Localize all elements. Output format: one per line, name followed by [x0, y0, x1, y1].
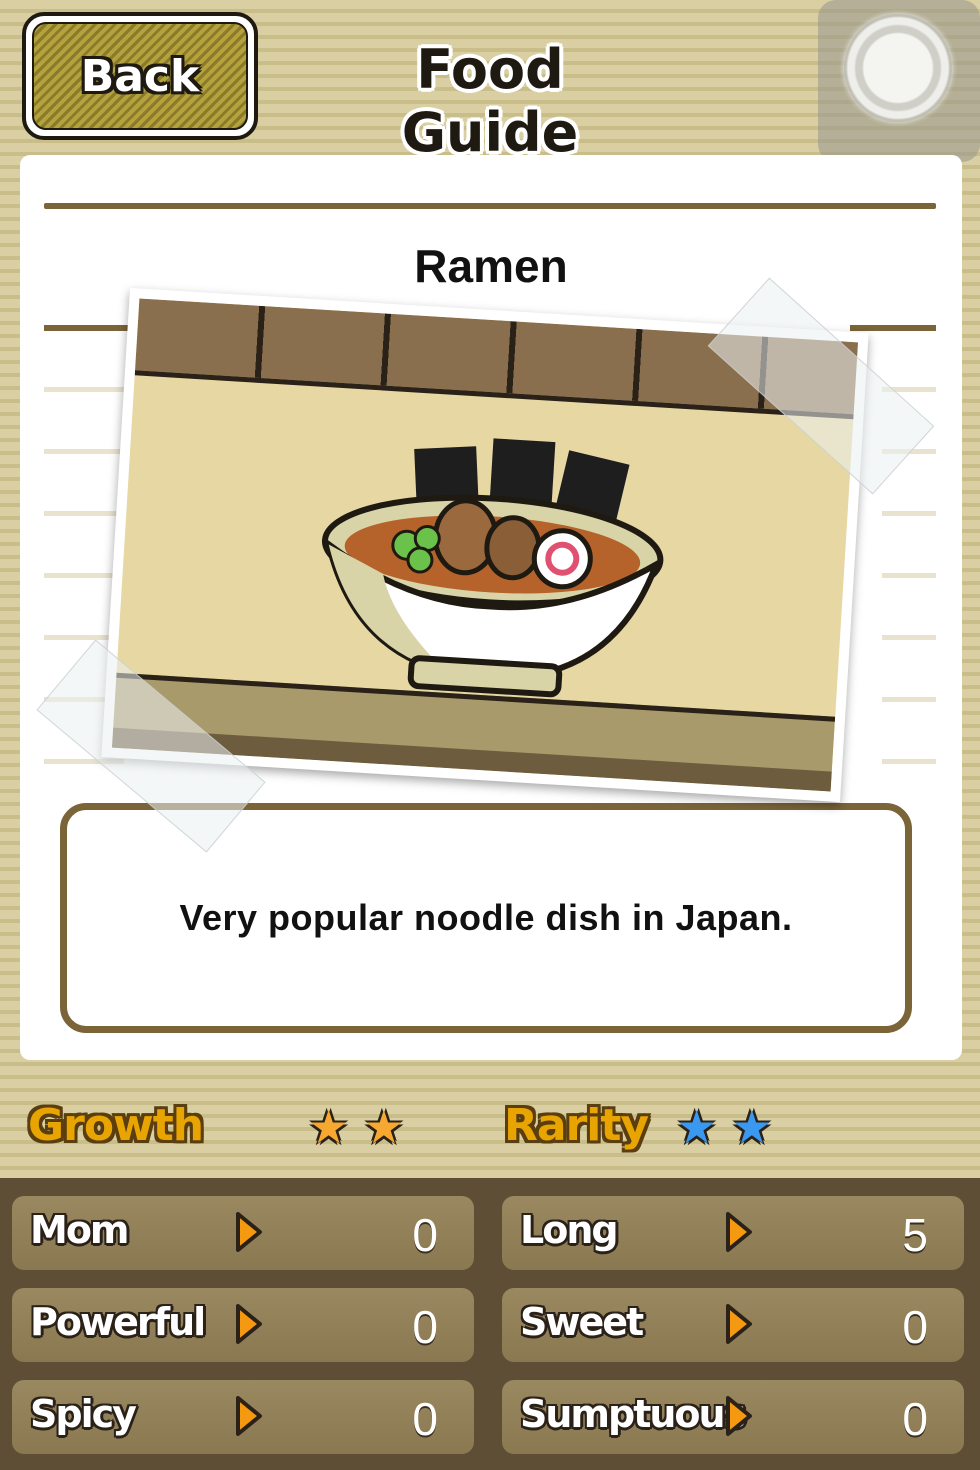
- ramen-bowl-icon: [321, 438, 664, 698]
- rating-row: Growth ★ ★ Rarity ★ ★: [0, 1080, 980, 1180]
- assistive-touch-icon: [844, 14, 952, 122]
- arrow-right-icon: [726, 1212, 752, 1252]
- card-divider-left: [44, 325, 134, 331]
- notebook-line: [882, 511, 936, 516]
- header-bar: Back Food Guide: [0, 0, 980, 164]
- stat-spicy: Spicy 0: [12, 1380, 474, 1454]
- notebook-line: [882, 573, 936, 578]
- stat-name: Spicy: [30, 1392, 137, 1436]
- back-button-label: Back: [80, 50, 200, 102]
- page-title: Food Guide: [401, 38, 579, 164]
- stat-sumptuous: Sumptuous 0: [502, 1380, 964, 1454]
- stat-sweet: Sweet 0: [502, 1288, 964, 1362]
- star-icon: ★: [363, 1101, 405, 1153]
- stat-long: Long 5: [502, 1196, 964, 1270]
- stats-panel: Mom 0 Long 5 Powerful 0 Sweet 0 Spicy 0 …: [0, 1178, 980, 1470]
- notebook-line: [882, 697, 936, 702]
- stat-name: Mom: [30, 1208, 130, 1252]
- arrow-right-icon: [236, 1304, 262, 1344]
- growth-label: Growth: [28, 1100, 204, 1151]
- notebook-line: [44, 511, 124, 516]
- star-icon: ★: [731, 1101, 773, 1153]
- food-description: Very popular noodle dish in Japan.: [179, 897, 793, 938]
- star-icon: ★: [676, 1101, 718, 1153]
- stat-value: 0: [412, 1301, 438, 1353]
- stat-value: 5: [902, 1209, 928, 1261]
- stat-mom: Mom 0: [12, 1196, 474, 1270]
- assistive-touch-button[interactable]: [818, 0, 980, 162]
- notebook-line: [882, 759, 936, 764]
- rarity-stars: ★ ★: [676, 1102, 773, 1152]
- stat-value: 0: [902, 1301, 928, 1353]
- stat-name: Sweet: [520, 1300, 644, 1344]
- arrow-right-icon: [236, 1396, 262, 1436]
- arrow-right-icon: [726, 1304, 752, 1344]
- stat-name: Sumptuous: [520, 1392, 746, 1436]
- card-divider-top: [44, 203, 936, 209]
- stat-value: 0: [412, 1393, 438, 1445]
- back-button-face[interactable]: Back: [32, 22, 248, 130]
- growth-stars: ★ ★: [308, 1102, 405, 1152]
- stat-name: Powerful: [30, 1300, 206, 1344]
- arrow-right-icon: [726, 1396, 752, 1436]
- notebook-line: [44, 449, 124, 454]
- star-icon: ★: [308, 1101, 350, 1153]
- stat-value: 0: [902, 1393, 928, 1445]
- arrow-right-icon: [236, 1212, 262, 1252]
- stat-name: Long: [520, 1208, 619, 1252]
- stat-powerful: Powerful 0: [12, 1288, 474, 1362]
- back-button[interactable]: Back: [22, 12, 258, 140]
- rarity-label: Rarity: [504, 1100, 649, 1151]
- card-divider-right: [850, 325, 936, 331]
- stat-value: 0: [412, 1209, 438, 1261]
- notebook-line: [44, 387, 124, 392]
- food-name: Ramen: [414, 240, 568, 292]
- notebook-line: [882, 635, 936, 640]
